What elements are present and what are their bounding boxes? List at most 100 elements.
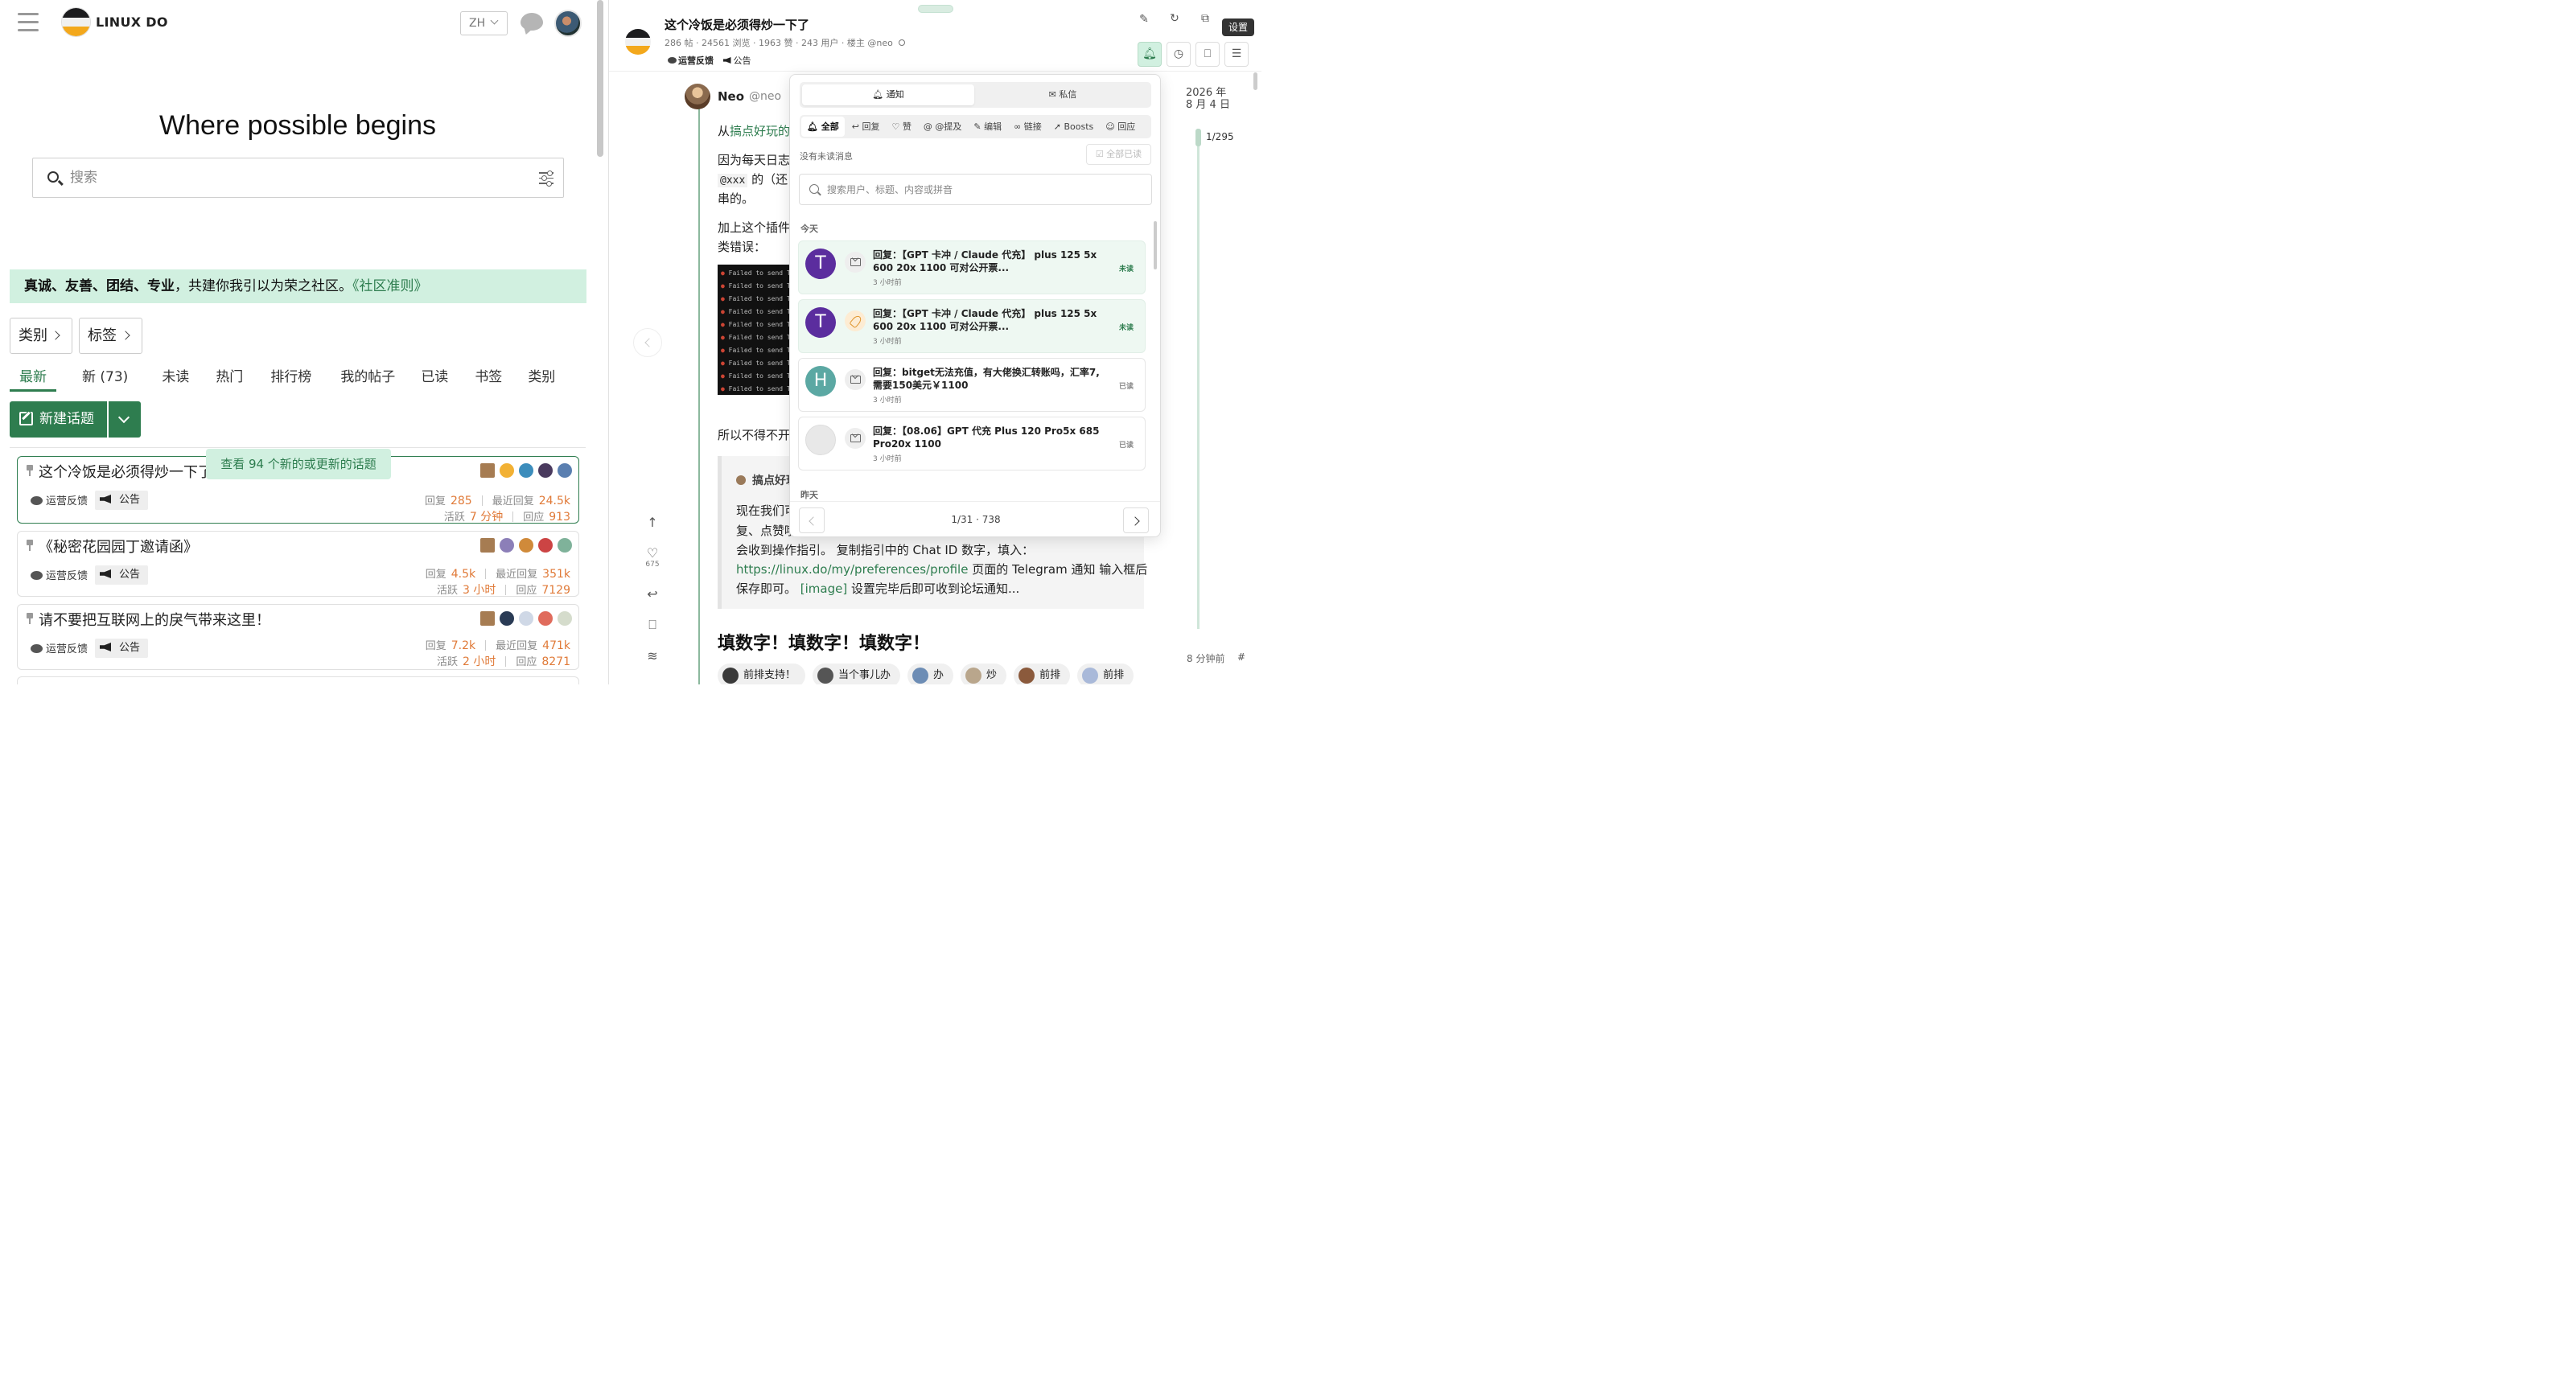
avatar[interactable] bbox=[480, 463, 495, 478]
arrow-up-icon[interactable]: ↑ bbox=[644, 515, 660, 530]
history-button[interactable]: ◷ bbox=[1167, 42, 1191, 67]
avatar[interactable] bbox=[480, 538, 495, 553]
activity-time[interactable]: 2 小时 bbox=[463, 655, 496, 668]
bookmark-button[interactable]: ⎕ bbox=[1195, 42, 1220, 67]
tab-read[interactable]: 已读 bbox=[411, 368, 458, 392]
reply-chip[interactable]: 当个事儿办 bbox=[813, 664, 901, 684]
filter-edits[interactable]: ✎ 编辑 bbox=[969, 117, 1006, 137]
category-badge[interactable]: 运营反馈 bbox=[31, 640, 88, 655]
activity-time[interactable]: 3 小时 bbox=[463, 584, 496, 597]
preferences-link[interactable]: https://linux.do/my/preferences/profile bbox=[736, 562, 968, 577]
tab-my-posts[interactable]: 我的帖子 bbox=[331, 368, 405, 392]
topic-row[interactable]: 《秘密花园园丁邀请函》 运营反馈 公告 回复 4.5k 最近回复 351k 活跃 3 小… bbox=[17, 531, 579, 597]
activity-time[interactable]: 7 分钟 bbox=[470, 511, 503, 524]
reply-chip[interactable]: 办 bbox=[907, 664, 954, 684]
topic-title[interactable]: 请不要把互联网上的戾气带来这里！ bbox=[39, 609, 270, 630]
reply-chip[interactable]: 前排 bbox=[1077, 664, 1134, 684]
site-title[interactable]: LINUX DO bbox=[96, 14, 168, 30]
search-input[interactable] bbox=[70, 168, 521, 187]
guidelines-link[interactable]: 《社区准则》 bbox=[352, 278, 428, 294]
pencil-icon[interactable]: ✎ bbox=[1136, 11, 1152, 27]
tab-categories[interactable]: 类别 bbox=[518, 368, 565, 392]
author-avatar[interactable] bbox=[685, 84, 710, 109]
timeline-date[interactable]: 2026 年8 月 4 日 bbox=[1186, 87, 1230, 111]
quote-title[interactable]: 搞点好玩 bbox=[736, 472, 797, 488]
tab-latest[interactable]: 最新 bbox=[10, 368, 56, 392]
avatar[interactable] bbox=[500, 611, 514, 626]
notification-search[interactable] bbox=[799, 174, 1152, 205]
tab-hot[interactable]: 热门 bbox=[206, 368, 253, 392]
bookmark-icon[interactable]: ⎕ bbox=[644, 617, 660, 633]
topic-row[interactable] bbox=[17, 676, 579, 684]
tag-badge[interactable]: 公告 bbox=[95, 491, 149, 510]
timeline-last-activity[interactable]: 8 分钟前 bbox=[1187, 651, 1224, 665]
like-button[interactable]: ♡ 675 bbox=[644, 545, 660, 569]
tab-new[interactable]: 新 (73) bbox=[72, 368, 138, 392]
avatar[interactable] bbox=[500, 538, 514, 553]
notifications-button[interactable]: 🔔︎ bbox=[1138, 42, 1162, 67]
tab-unread[interactable]: 未读 bbox=[152, 368, 199, 392]
search-bar[interactable] bbox=[32, 158, 564, 198]
topic-title[interactable]: 这个冷饭是必须得炒一下了 bbox=[665, 16, 809, 33]
topic-row[interactable]: 请不要把互联网上的戾气带来这里！ 运营反馈 公告 回复 7.2k 最近回复 471k … bbox=[17, 604, 579, 670]
avatar[interactable] bbox=[558, 463, 572, 478]
new-topic-dropdown-button[interactable] bbox=[109, 401, 141, 438]
avatar[interactable] bbox=[480, 611, 495, 626]
timeline-handle[interactable] bbox=[1195, 129, 1201, 146]
tags-dropdown[interactable]: 标签 bbox=[79, 318, 142, 354]
category-badge[interactable]: 运营反馈 bbox=[31, 492, 88, 507]
new-topics-notice[interactable]: 查看 94 个新的或更新的话题 bbox=[206, 449, 391, 479]
site-logo[interactable] bbox=[61, 7, 91, 37]
author-name[interactable]: Neo bbox=[718, 89, 744, 104]
filter-likes[interactable]: ♡ 赞 bbox=[887, 117, 916, 137]
filter-replies[interactable]: ↩ 回复 bbox=[847, 117, 885, 137]
category-badge[interactable]: 运营反馈 bbox=[668, 55, 714, 66]
topic-title[interactable]: 这个冷饭是必须得炒一下了 bbox=[39, 461, 212, 482]
chat-icon[interactable] bbox=[521, 13, 543, 31]
avatar[interactable] bbox=[538, 538, 553, 553]
avatar[interactable] bbox=[538, 463, 553, 478]
reply-chip[interactable]: 前排 bbox=[1014, 664, 1071, 684]
timeline-hash[interactable]: # bbox=[1237, 651, 1245, 663]
topic-title[interactable]: 《秘密花园园丁邀请函》 bbox=[39, 536, 198, 557]
filter-links[interactable]: ∞ 链接 bbox=[1009, 117, 1047, 137]
notification-item[interactable]: H 回复：bitget无法充值，有大佬换汇转账吗，汇率7, 需要150美元￥11… bbox=[798, 358, 1146, 412]
tab-bookmarks[interactable]: 书签 bbox=[465, 368, 512, 392]
reply-icon[interactable]: ↩ bbox=[644, 586, 660, 602]
tab-leaderboard[interactable]: 排行榜 bbox=[261, 368, 321, 392]
notification-item[interactable]: T 回复：【GPT 卡冲 / Claude 代充】 plus 125 5x 60… bbox=[798, 240, 1146, 294]
tab-notifications[interactable]: 🔔︎ 通知 bbox=[802, 84, 974, 105]
avatar[interactable] bbox=[519, 611, 533, 626]
reply-chip[interactable]: 前排支持！ bbox=[718, 664, 806, 684]
image-link[interactable]: [image] bbox=[800, 581, 847, 596]
previous-topic-button[interactable] bbox=[633, 328, 662, 357]
filter-reactions[interactable]: ☺ 回应 bbox=[1101, 117, 1140, 137]
scrollbar[interactable] bbox=[1253, 72, 1257, 90]
notification-search-input[interactable] bbox=[827, 183, 1141, 197]
timeline-track[interactable] bbox=[1197, 129, 1200, 629]
notification-item[interactable]: T 回复：【GPT 卡冲 / Claude 代充】 plus 125 5x 60… bbox=[798, 299, 1146, 353]
drag-handle[interactable] bbox=[918, 5, 953, 13]
error-log-screenshot[interactable]: Failed to send Tele Failed to send Tele … bbox=[718, 265, 798, 395]
categories-dropdown[interactable]: 类别 bbox=[10, 318, 72, 354]
mark-all-read-button[interactable]: ☑ 全部已读 bbox=[1086, 144, 1151, 165]
avatar[interactable] bbox=[558, 538, 572, 553]
layers-icon[interactable]: ≋ bbox=[644, 648, 660, 664]
scrollbar[interactable] bbox=[597, 0, 603, 157]
tag-badge[interactable]: 公告 bbox=[95, 639, 149, 658]
language-selector[interactable]: ZH bbox=[460, 11, 508, 35]
avatar[interactable] bbox=[558, 611, 572, 626]
next-page-button[interactable] bbox=[1123, 507, 1149, 533]
search-filter-icon[interactable] bbox=[539, 171, 553, 186]
avatar[interactable] bbox=[519, 538, 533, 553]
tag-badge[interactable]: 公告 bbox=[722, 55, 758, 66]
author-handle[interactable]: @neo bbox=[749, 90, 781, 103]
tab-private-messages[interactable]: ✉ 私信 bbox=[977, 84, 1149, 105]
settings-button[interactable]: ☰ bbox=[1224, 42, 1249, 67]
person-icon[interactable] bbox=[898, 39, 905, 46]
external-link-icon[interactable]: ⧉ bbox=[1197, 10, 1213, 27]
post-link[interactable]: 搞点好玩的 bbox=[730, 124, 790, 138]
filter-mentions[interactable]: @ @提及 bbox=[919, 117, 967, 137]
hamburger-menu-icon[interactable] bbox=[18, 13, 39, 32]
category-badge[interactable]: 运营反馈 bbox=[31, 567, 88, 582]
